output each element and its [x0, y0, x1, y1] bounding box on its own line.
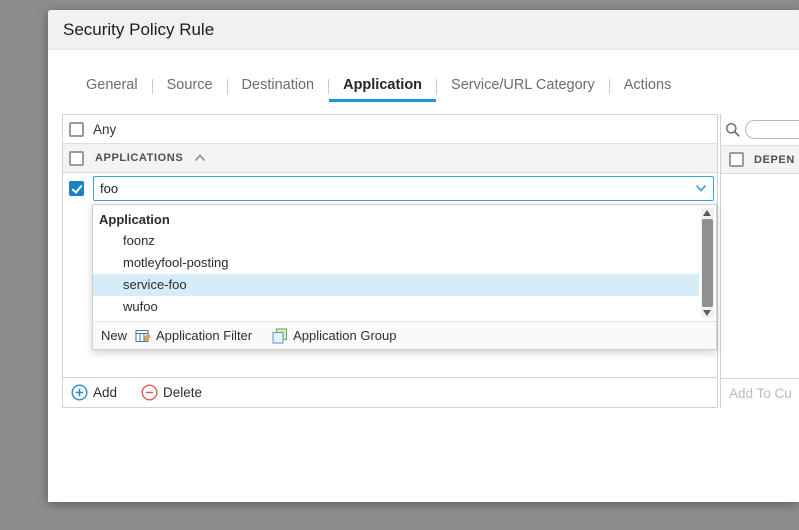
application-combobox [93, 176, 714, 201]
dependencies-panel: DEPEN Add To Cu [720, 114, 799, 408]
application-group-icon [272, 328, 288, 344]
new-label: New [101, 328, 127, 343]
application-filter-input[interactable] [94, 181, 695, 196]
application-group-label: Application Group [293, 328, 396, 343]
scroll-down-icon[interactable] [703, 310, 711, 316]
panel-actions-row: Add Delete [63, 377, 717, 407]
scroll-up-icon[interactable] [703, 210, 711, 216]
application-suggestions-dropdown: Application foonz motleyfool-posting ser… [92, 204, 717, 350]
applications-column-header[interactable]: APPLICATIONS [95, 152, 183, 164]
dialog-title: Security Policy Rule [63, 20, 214, 40]
dropdown-item-selected[interactable]: service-foo [93, 274, 699, 296]
tab-service-url-category[interactable]: Service/URL Category [437, 70, 609, 102]
application-filter-label: Application Filter [156, 328, 252, 343]
delete-button-label: Delete [163, 385, 202, 400]
add-circle-icon [71, 384, 88, 401]
dropdown-scrollbar[interactable] [701, 208, 714, 318]
application-filter-icon [135, 328, 151, 344]
applications-header-row: APPLICATIONS [63, 143, 717, 173]
add-button[interactable]: Add [71, 384, 117, 401]
dropdown-item[interactable]: motleyfool-posting [93, 252, 699, 274]
add-button-label: Add [93, 385, 117, 400]
dropdown-item[interactable]: foonz [93, 230, 699, 252]
desktop-background: Security Policy Rule General Source Dest… [0, 0, 799, 530]
sort-ascending-icon[interactable] [194, 154, 206, 162]
dropdown-group-label: Application [93, 210, 716, 230]
dependencies-column-header[interactable]: DEPEN [754, 154, 795, 166]
tab-destination[interactable]: Destination [228, 70, 329, 102]
tab-actions[interactable]: Actions [610, 70, 686, 102]
dependencies-select-all-checkbox[interactable] [729, 152, 744, 167]
any-checkbox[interactable] [69, 122, 84, 137]
dropdown-items: Application foonz motleyfool-posting ser… [93, 205, 716, 322]
select-all-checkbox[interactable] [69, 151, 84, 166]
applications-panel: Any APPLICATIONS [62, 114, 718, 408]
dropdown-item[interactable]: wufoo [93, 296, 699, 318]
delete-circle-icon [141, 384, 158, 401]
search-icon [725, 122, 741, 138]
tab-bar: General Source Destination Application S… [72, 70, 685, 102]
tab-general[interactable]: General [72, 70, 152, 102]
dependencies-actions-row: Add To Cu [721, 378, 799, 408]
application-entry-row [63, 173, 717, 203]
new-application-group-button[interactable]: Application Group [272, 328, 396, 344]
any-label: Any [93, 122, 116, 137]
dependencies-search-row [721, 114, 799, 145]
dependencies-search-input[interactable] [745, 120, 799, 139]
dropdown-footer: New Application Filter [93, 321, 716, 349]
dialog-header: Security Policy Rule [48, 10, 799, 50]
new-application-filter-button[interactable]: Application Filter [135, 328, 252, 344]
dependencies-header-row: DEPEN [721, 145, 799, 174]
chevron-down-icon[interactable] [695, 184, 707, 192]
tab-application[interactable]: Application [329, 70, 436, 102]
add-to-current-button[interactable]: Add To Cu [729, 386, 792, 401]
any-row: Any [63, 115, 717, 143]
scroll-thumb[interactable] [702, 219, 713, 307]
row-checkbox[interactable] [69, 181, 84, 196]
security-policy-rule-dialog: Security Policy Rule General Source Dest… [48, 10, 799, 502]
delete-button[interactable]: Delete [141, 384, 202, 401]
tab-source[interactable]: Source [153, 70, 227, 102]
